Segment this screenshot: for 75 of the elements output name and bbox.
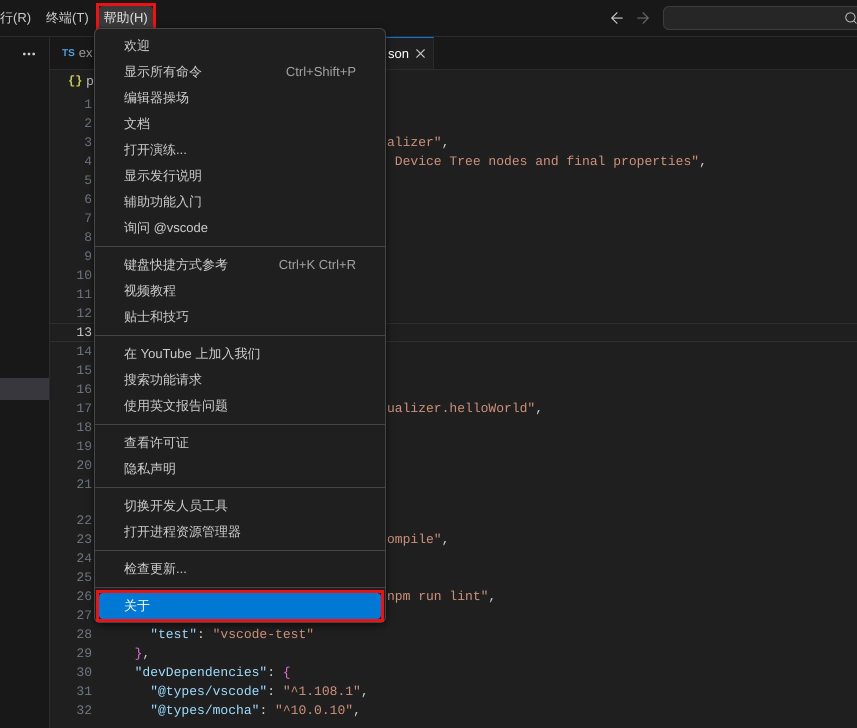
line-number: 20 <box>75 456 92 475</box>
menu-item[interactable]: 键盘快捷方式参考 Ctrl+K Ctrl+R <box>99 252 381 278</box>
line-number: 5 <box>83 172 92 190</box>
line-number: 6 <box>83 190 92 209</box>
menu-item[interactable]: 显示所有命令 Ctrl+Shift+P <box>99 59 381 85</box>
tab-label: ex <box>78 44 93 62</box>
menu-item[interactable]: 使用英文报告问题 <box>99 393 381 419</box>
code-line: ompile", <box>387 530 450 549</box>
menu-item[interactable]: 询问 @vscode <box>99 215 381 241</box>
line-number: 18 <box>75 418 92 437</box>
line-number: 26 <box>75 588 92 606</box>
line-number: 10 <box>75 266 92 285</box>
menu-item[interactable]: 关于 <box>99 593 381 619</box>
menu-item[interactable]: 辅助功能入门 <box>99 189 381 215</box>
menu-item[interactable]: 文档 <box>99 111 381 137</box>
menu-item[interactable]: 打开演练... <box>99 137 381 163</box>
code-line: "test": "vscode-test" <box>149 626 314 644</box>
line-number: 23 <box>75 530 92 549</box>
line-number: 21 <box>75 476 92 494</box>
code-line: alizer", <box>387 134 450 152</box>
tab-label: son <box>388 44 409 63</box>
line-number: 27 <box>75 606 92 625</box>
line-number: 32 <box>75 702 92 720</box>
menu-item[interactable]: 查看许可证 <box>99 430 381 456</box>
menu-item[interactable]: 贴士和技巧 <box>99 304 381 330</box>
line-number: 31 <box>75 682 92 701</box>
line-number: 30 <box>75 664 92 682</box>
menu-item[interactable]: 欢迎 <box>99 33 381 59</box>
menu-bar-item[interactable]: 终端(T) <box>41 6 94 30</box>
line-number: 16 <box>75 380 92 399</box>
menu-bar-item[interactable]: 行(R) <box>0 6 36 30</box>
menu-item[interactable]: 打开进程资源管理器 <box>99 519 381 545</box>
line-number: 2 <box>83 114 92 133</box>
menu-item[interactable]: 显示发行说明 <box>99 163 381 189</box>
search-field[interactable] <box>663 6 857 30</box>
line-number: 14 <box>75 342 92 361</box>
file-type-label: TS <box>62 46 75 60</box>
line-number: 4 <box>83 152 92 171</box>
line-number: 25 <box>75 568 92 587</box>
code-line: npm run lint", <box>387 588 496 606</box>
line-number: 22 <box>75 512 92 530</box>
line-number: 24 <box>75 550 92 568</box>
menu-item[interactable]: 在 YouTube 上加入我们 <box>99 341 381 367</box>
line-number: 3 <box>83 134 92 152</box>
line-number: 19 <box>75 438 92 456</box>
close-icon[interactable] <box>413 46 428 61</box>
code-line: "@types/mocha": "^10.0.10", <box>149 702 361 720</box>
line-number: 15 <box>75 362 92 380</box>
code-line: }, <box>134 644 150 663</box>
line-number: 28 <box>75 626 92 644</box>
line-number: 29 <box>75 644 92 663</box>
line-number: 8 <box>83 228 92 247</box>
line-number: 12 <box>75 304 92 323</box>
menu-item[interactable]: 检查更新... <box>99 556 381 582</box>
line-number: 1 <box>83 96 92 114</box>
search-icon <box>844 11 857 25</box>
shortcut-label: Ctrl+Shift+P <box>286 63 356 82</box>
code-line: ualizer.helloWorld", <box>387 400 544 418</box>
menu-item[interactable]: 隐私声明 <box>99 456 381 482</box>
line-number: 17 <box>75 400 92 418</box>
code-line: "devDependencies": { <box>134 664 291 682</box>
menu-bar-item[interactable]: 帮助(H) <box>98 6 153 30</box>
line-number: 7 <box>83 210 92 228</box>
json-icon: {} <box>68 72 82 90</box>
line-number: 9 <box>83 248 92 266</box>
breadcrumb-item[interactable]: p <box>86 71 94 91</box>
menu-item[interactable]: 搜索功能请求 <box>99 367 381 393</box>
menu-item[interactable]: 视频教程 <box>99 278 381 304</box>
code-line: Device Tree nodes and final properties", <box>394 152 707 171</box>
line-number: 13 <box>75 324 92 342</box>
line-number: 11 <box>75 286 92 304</box>
shortcut-label: Ctrl+K Ctrl+R <box>278 256 356 274</box>
menu-item[interactable]: 编辑器操场 <box>99 85 381 111</box>
menu-item[interactable]: 切换开发人员工具 <box>99 493 381 519</box>
code-line: "@types/vscode": "^1.108.1", <box>149 682 369 701</box>
